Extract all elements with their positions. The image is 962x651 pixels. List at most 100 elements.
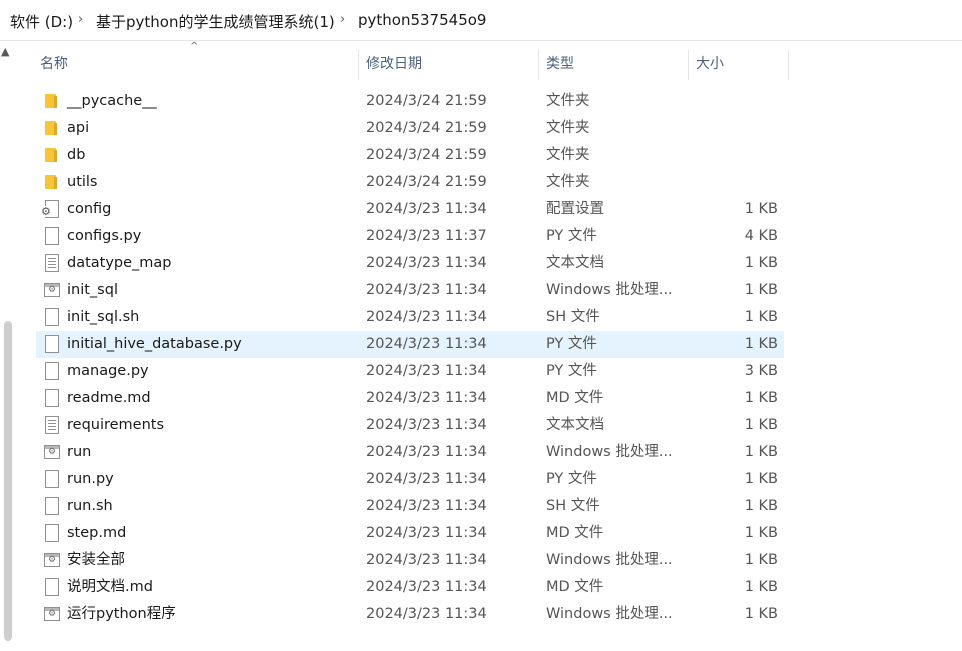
file-size: 1 KB [744,255,778,271]
file-modified-date: 2024/3/23 11:34 [366,336,487,352]
file-name: config [67,201,112,217]
file-modified-date: 2024/3/23 11:34 [366,363,487,379]
file-icon [45,470,59,488]
file-row[interactable]: readme.md 2024/3/23 11:34 MD 文件 1 KB [36,385,784,412]
file-modified-date: 2024/3/23 11:34 [366,498,487,514]
file-modified-date: 2024/3/24 21:59 [366,93,487,109]
file-name: manage.py [67,363,149,379]
file-row[interactable]: datatype_map 2024/3/23 11:34 文本文档 1 KB [36,250,784,277]
breadcrumb-separator-icon[interactable]: › [78,12,83,27]
column-header-date[interactable]: 修改日期 [366,50,422,80]
file-modified-date: 2024/3/23 11:37 [366,228,487,244]
file-row[interactable]: config 2024/3/23 11:34 配置设置 1 KB [36,196,784,223]
column-divider[interactable] [538,50,539,80]
scrollbar-thumb[interactable] [4,321,12,641]
file-type: PY 文件 [546,363,597,379]
file-row[interactable]: step.md 2024/3/23 11:34 MD 文件 1 KB [36,520,784,547]
breadcrumb-current-folder[interactable]: python537545o9 [358,11,486,29]
column-divider[interactable] [788,50,789,80]
file-modified-date: 2024/3/23 11:34 [366,444,487,460]
breadcrumb-project-folder[interactable]: 基于python的学生成绩管理系统(1) [96,11,335,32]
file-type: Windows 批处理... [546,606,673,622]
breadcrumb-drive[interactable]: 软件 (D:) [10,11,73,32]
column-header-row: 名称 修改日期 类型 大小 [0,50,962,80]
file-type: 文件夹 [546,93,590,109]
file-icon [45,227,59,245]
file-modified-date: 2024/3/23 11:34 [366,606,487,622]
file-name: __pycache__ [67,93,157,109]
file-type: 文件夹 [546,120,590,136]
batch-file-icon [44,445,60,459]
breadcrumb-separator-icon[interactable]: › [340,12,345,27]
file-type: Windows 批处理... [546,444,673,460]
file-modified-date: 2024/3/23 11:34 [366,417,487,433]
file-row[interactable]: 运行python程序 2024/3/23 11:34 Windows 批处理... 1… [36,601,784,628]
folder-icon [44,146,60,165]
file-name: init_sql.sh [67,309,140,325]
file-row[interactable]: api 2024/3/24 21:59 文件夹 [36,115,784,142]
file-row[interactable]: run.sh 2024/3/23 11:34 SH 文件 1 KB [36,493,784,520]
file-size: 1 KB [744,552,778,568]
file-name: 说明文档.md [67,579,153,595]
batch-file-icon [44,283,60,297]
file-modified-date: 2024/3/24 21:59 [366,147,487,163]
file-icon [45,578,59,596]
file-size: 1 KB [744,525,778,541]
file-type: Windows 批处理... [546,282,673,298]
file-row[interactable]: db 2024/3/24 21:59 文件夹 [36,142,784,169]
file-row[interactable]: run 2024/3/23 11:34 Windows 批处理... 1 KB [36,439,784,466]
file-modified-date: 2024/3/23 11:34 [366,309,487,325]
file-row[interactable]: requirements 2024/3/23 11:34 文本文档 1 KB [36,412,784,439]
file-row[interactable]: init_sql.sh 2024/3/23 11:34 SH 文件 1 KB [36,304,784,331]
file-name: readme.md [67,390,151,406]
file-row[interactable]: init_sql 2024/3/23 11:34 Windows 批处理... 1 K… [36,277,784,304]
file-row[interactable]: 安装全部 2024/3/23 11:34 Windows 批处理... 1 KB [36,547,784,574]
file-type: 文本文档 [546,255,604,271]
column-header-type[interactable]: 类型 [546,50,574,80]
vertical-scrollbar[interactable]: ▲ [0,41,14,651]
file-size: 1 KB [744,498,778,514]
file-name: api [67,120,90,136]
file-icon [45,389,59,407]
file-row[interactable]: 说明文档.md 2024/3/23 11:34 MD 文件 1 KB [36,574,784,601]
column-header-name[interactable]: 名称 [40,50,68,80]
file-size: 1 KB [744,336,778,352]
file-size: 1 KB [744,201,778,217]
file-icon [45,524,59,542]
batch-file-icon [44,553,60,567]
file-row[interactable]: __pycache__ 2024/3/24 21:59 文件夹 [36,88,784,115]
column-divider[interactable] [358,50,359,80]
column-header-size[interactable]: 大小 [696,50,724,80]
file-icon [45,308,59,326]
file-modified-date: 2024/3/23 11:34 [366,552,487,568]
file-modified-date: 2024/3/23 11:34 [366,525,487,541]
file-row[interactable]: initial_hive_database.py 2024/3/23 11:34 P… [36,331,784,358]
file-type: MD 文件 [546,579,604,595]
column-divider[interactable] [688,50,689,80]
file-name: initial_hive_database.py [67,336,242,352]
file-type: Windows 批处理... [546,552,673,568]
file-name: datatype_map [67,255,172,271]
file-type: MD 文件 [546,525,604,541]
file-type: 配置设置 [546,201,604,217]
file-icon [45,335,59,353]
file-type: 文件夹 [546,174,590,190]
file-name: db [67,147,86,163]
file-row[interactable]: run.py 2024/3/23 11:34 PY 文件 1 KB [36,466,784,493]
file-modified-date: 2024/3/23 11:34 [366,390,487,406]
file-type: 文本文档 [546,417,604,433]
file-name: step.md [67,525,127,541]
file-row[interactable]: configs.py 2024/3/23 11:37 PY 文件 4 KB [36,223,784,250]
file-size: 3 KB [744,363,778,379]
file-size: 1 KB [744,579,778,595]
file-type: MD 文件 [546,390,604,406]
file-modified-date: 2024/3/23 11:34 [366,282,487,298]
file-size: 1 KB [744,606,778,622]
file-size: 1 KB [744,309,778,325]
file-row[interactable]: manage.py 2024/3/23 11:34 PY 文件 3 KB [36,358,784,385]
file-row[interactable]: utils 2024/3/24 21:59 文件夹 [36,169,784,196]
file-size: 1 KB [744,471,778,487]
file-name: requirements [67,417,165,433]
file-modified-date: 2024/3/24 21:59 [366,174,487,190]
file-size: 1 KB [744,390,778,406]
